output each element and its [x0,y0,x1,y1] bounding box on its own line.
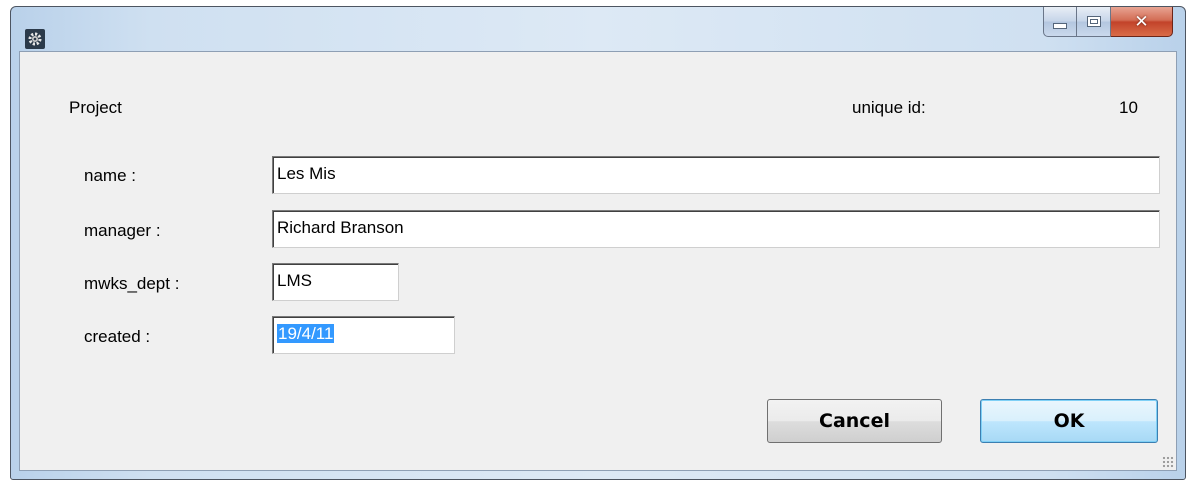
maximize-icon [1086,16,1101,27]
cancel-button[interactable]: Cancel [767,399,942,443]
maximize-button[interactable] [1077,7,1111,37]
dialog-window: ✕ Project unique id: 10 name : Les Mis m… [10,6,1186,480]
ok-button[interactable]: OK [980,399,1158,443]
unique-id-value: 10 [1119,98,1138,117]
manager-field[interactable]: Richard Branson [272,210,1160,248]
mwks-dept-label: mwks_dept : [84,274,180,293]
created-value-selection: 19/4/11 [277,324,335,343]
name-field[interactable]: Les Mis [272,156,1160,194]
close-button[interactable]: ✕ [1111,7,1173,37]
minimize-icon [1053,22,1067,29]
name-label: name : [84,166,136,185]
resize-grip[interactable] [1162,456,1174,468]
dialog-body: Project unique id: 10 name : Les Mis man… [19,51,1177,471]
title-bar[interactable]: ✕ [11,7,1185,51]
created-label: created : [84,327,151,346]
close-icon: ✕ [1134,11,1149,32]
mwks-dept-field[interactable]: LMS [272,263,399,301]
minimize-button[interactable] [1043,7,1077,37]
section-title: Project [69,98,122,117]
unique-id-label: unique id: [852,98,926,117]
created-field[interactable]: 19/4/11 [272,316,455,354]
gear-icon[interactable] [25,29,45,49]
manager-label: manager : [84,221,161,240]
